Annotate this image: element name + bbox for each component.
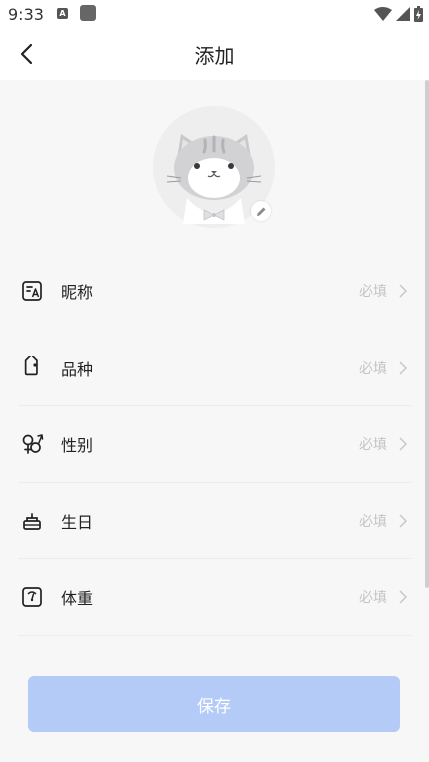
status-bar: 9:33 A (0, 0, 429, 28)
cake-icon (23, 512, 41, 530)
divider (18, 634, 411, 636)
form-row-hint: 必填 (359, 284, 387, 301)
chevron-right-icon (399, 437, 408, 451)
page-title: 添加 (194, 43, 235, 68)
gender-icon (22, 434, 44, 455)
app-header: 添加 (0, 28, 429, 80)
notification-a-icon: A (57, 8, 68, 19)
form-row-weight[interactable]: 体重 必填 (0, 559, 429, 636)
form-row-hint: 必填 (359, 513, 387, 530)
form-row-breed[interactable]: 品种 必填 (0, 330, 429, 406)
form-row-hint: 必填 (359, 437, 387, 454)
avatar-edit-button[interactable] (251, 201, 271, 221)
scale-icon (22, 587, 42, 608)
form-row-label: 生日 (61, 512, 94, 532)
pencil-icon (256, 207, 265, 216)
form-row-label: 性别 (61, 436, 94, 456)
wifi-icon (374, 7, 392, 21)
chevron-right-icon (399, 590, 408, 604)
battery-icon (414, 6, 423, 22)
chevron-right-icon (399, 284, 408, 298)
status-time: 9:33 (8, 5, 44, 24)
form-row-hint: 必填 (359, 360, 387, 377)
form-row-birthday[interactable]: 生日 必填 (0, 483, 429, 559)
form-row-label: 昵称 (61, 283, 94, 303)
pet-form: 昵称 必填 品种 必填 性别 必填 生日 必填 体重 必填 (0, 253, 429, 636)
form-row-hint: 必填 (359, 590, 387, 607)
status-indicators (374, 6, 423, 22)
save-button[interactable]: 保存 (28, 676, 400, 732)
form-row-gender[interactable]: 性别 必填 (0, 406, 429, 483)
chevron-right-icon (399, 514, 408, 528)
form-row-nickname[interactable]: 昵称 必填 (0, 253, 429, 330)
nickname-icon (22, 281, 42, 302)
back-icon[interactable] (16, 42, 40, 66)
notification-app-icon (80, 5, 96, 21)
chevron-right-icon (399, 361, 408, 375)
tag-icon (24, 355, 38, 375)
signal-icon (396, 7, 410, 21)
form-row-label: 体重 (61, 589, 94, 609)
form-row-label: 品种 (61, 359, 94, 379)
